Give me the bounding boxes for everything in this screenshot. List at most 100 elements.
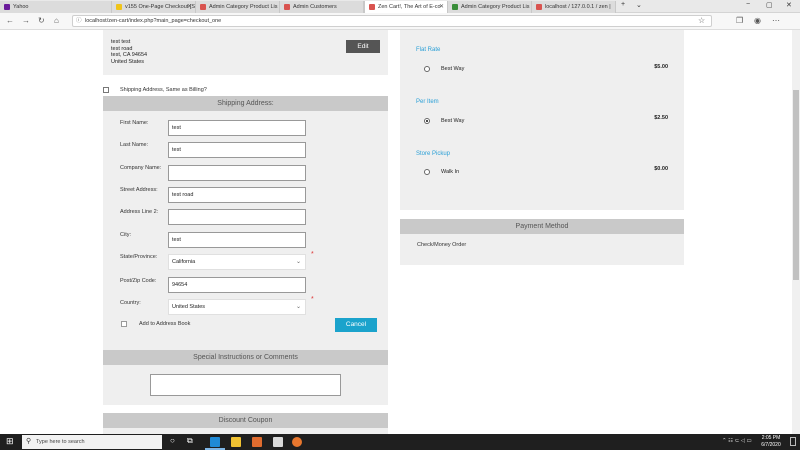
state-label: State/Province: (120, 254, 158, 260)
first-name-input[interactable]: test (168, 120, 306, 136)
tab-close-icon[interactable]: ✕ (187, 3, 192, 10)
country-select[interactable]: United States ⌄ (168, 299, 306, 315)
page-scrollbar[interactable] (792, 30, 800, 434)
payment-method-header: Payment Method (400, 219, 684, 234)
street-address-input[interactable]: test road (168, 187, 306, 203)
shipping-method-heading: Flat Rate (416, 47, 441, 53)
last-name-label: Last Name: (120, 142, 149, 148)
url-input[interactable]: ⓘ localhost/zen-cart/index.php?main_page… (72, 15, 712, 27)
shipping-method-price: $2.50 (654, 115, 668, 121)
add-to-address-book-label: Add to Address Book (139, 321, 191, 327)
shipping-method-name: Walk In (441, 169, 460, 175)
notepad-icon[interactable] (273, 437, 283, 447)
shipping-address-header: Shipping Address: (103, 96, 388, 111)
xampp-icon[interactable] (252, 437, 262, 447)
checkout-page: test test test road test, CA 94654 Unite… (0, 30, 800, 434)
discount-coupon-panel: Discount Coupon (103, 413, 388, 434)
special-instructions-header: Special Instructions or Comments (103, 350, 388, 365)
shipping-methods-panel: Flat Rate Best Way $5.00 Per Item Best W… (400, 30, 684, 210)
scrollbar-thumb[interactable] (793, 90, 799, 280)
phpmyadmin-icon (536, 4, 542, 10)
site-info-icon[interactable]: ⓘ (76, 16, 82, 27)
address-line-2-label: Address Line 2: (120, 209, 159, 215)
edge-app-icon[interactable] (210, 437, 220, 447)
tab-yahoo[interactable]: Yahoo (0, 1, 112, 13)
yahoo-icon (4, 4, 10, 10)
tab-admin-customers[interactable]: Admin Customers (280, 1, 364, 13)
collections-icon[interactable]: ❐ (736, 16, 743, 25)
browser-address-bar: ← → ↻ ⌂ ⓘ localhost/zen-cart/index.php?m… (0, 13, 800, 30)
search-icon: ⚲ (26, 438, 32, 445)
tab-admin-category-2[interactable]: Admin Category Product Lis (448, 1, 532, 13)
billing-address-text: test test test road test, CA 94654 Unite… (111, 39, 148, 65)
state-select[interactable]: California ⌄ (168, 254, 306, 270)
add-to-address-book-checkbox[interactable] (121, 321, 127, 327)
browser-tab-bar: Yahoo v155 One-Page Checkout [S ✕ Admin … (0, 0, 800, 13)
shipping-method-radio[interactable] (424, 118, 430, 124)
shipping-method-name: Best Way (441, 66, 465, 72)
tab-list-icon[interactable]: ⌄ (636, 1, 642, 9)
new-tab-button[interactable]: + (621, 1, 625, 8)
last-name-input[interactable]: test (168, 142, 306, 158)
zencart-icon (369, 4, 375, 10)
city-input[interactable]: test (168, 232, 306, 248)
task-view-icon[interactable]: ⧉ (187, 436, 193, 446)
folder-icon (116, 4, 122, 10)
tab-zen-cart-store[interactable]: Zen Cart!, The Art of E-co ✕ (364, 1, 448, 13)
favorite-star-icon[interactable]: ☆ (698, 16, 705, 25)
file-explorer-icon[interactable] (231, 437, 241, 447)
forward-button[interactable]: → (22, 16, 30, 25)
reload-button[interactable]: ↻ (38, 16, 45, 25)
shipping-method-price: $0.00 (654, 166, 668, 172)
zencart-icon (200, 4, 206, 10)
tab-phpmyadmin[interactable]: localhost / 127.0.0.1 / zen | (532, 1, 616, 13)
tab-close-icon[interactable]: ✕ (439, 3, 444, 10)
cortana-icon[interactable]: ○ (170, 436, 175, 445)
profile-icon[interactable]: ◉ (754, 16, 761, 25)
city-label: City: (120, 232, 131, 238)
address-line-2-input[interactable] (168, 209, 306, 225)
shipping-method-heading: Store Pickup (416, 151, 451, 157)
discount-coupon-header: Discount Coupon (103, 413, 388, 428)
required-mark: * (311, 296, 314, 303)
required-mark: * (311, 251, 314, 258)
first-name-label: First Name: (120, 120, 149, 126)
chevron-down-icon: ⌄ (295, 259, 301, 265)
close-window-button[interactable]: ✕ (786, 1, 792, 9)
payment-method-panel: Payment Method Check/Money Order (400, 219, 684, 265)
notifications-icon[interactable] (790, 437, 796, 446)
windows-taskbar: ⊞ ⚲ Type here to search ○ ⧉ ⌃ ☷ ⊂ ◁ ▭ 2:… (0, 434, 800, 450)
payment-method-option[interactable]: Check/Money Order (417, 242, 466, 248)
special-instructions-panel: Special Instructions or Comments (103, 350, 388, 405)
minimize-button[interactable]: − (746, 1, 750, 8)
shipping-method-radio[interactable] (424, 169, 430, 175)
same-as-billing-label: Shipping Address, Same as Billing? (120, 87, 207, 93)
comments-textarea[interactable] (150, 374, 341, 396)
back-button[interactable]: ← (6, 16, 14, 25)
system-tray-icons[interactable]: ⌃ ☷ ⊂ ◁ ▭ (722, 438, 752, 444)
cancel-button[interactable]: Cancel (335, 318, 377, 332)
zip-code-input[interactable]: 94654 (168, 277, 306, 293)
chevron-down-icon: ⌄ (295, 304, 301, 310)
maximize-button[interactable]: ▢ (766, 1, 773, 9)
billing-address-panel: test test test road test, CA 94654 Unite… (103, 30, 388, 75)
windows-start-icon[interactable]: ⊞ (6, 436, 14, 447)
clock[interactable]: 2:05 PM 6/7/2020 (756, 435, 786, 448)
taskbar-search-input[interactable]: ⚲ Type here to search (22, 435, 162, 449)
same-as-billing-checkbox[interactable] (103, 87, 109, 93)
shipping-method-name: Best Way (441, 118, 465, 124)
tab-admin-category[interactable]: Admin Category Product Lis (196, 1, 280, 13)
country-label: Country: (120, 300, 141, 306)
shipping-method-radio[interactable] (424, 66, 430, 72)
settings-menu-icon[interactable]: ⋯ (772, 16, 780, 25)
zip-code-label: Post/Zip Code: (120, 278, 157, 284)
tab-one-page-checkout[interactable]: v155 One-Page Checkout [S ✕ (112, 1, 196, 13)
firefox-icon[interactable] (292, 437, 302, 447)
zencart-icon (452, 4, 458, 10)
shipping-method-heading: Per Item (416, 99, 439, 105)
company-name-label: Company Name: (120, 165, 162, 171)
edit-billing-button[interactable]: Edit (346, 40, 380, 53)
shipping-method-price: $5.00 (654, 64, 668, 70)
home-button[interactable]: ⌂ (54, 16, 59, 25)
company-name-input[interactable] (168, 165, 306, 181)
